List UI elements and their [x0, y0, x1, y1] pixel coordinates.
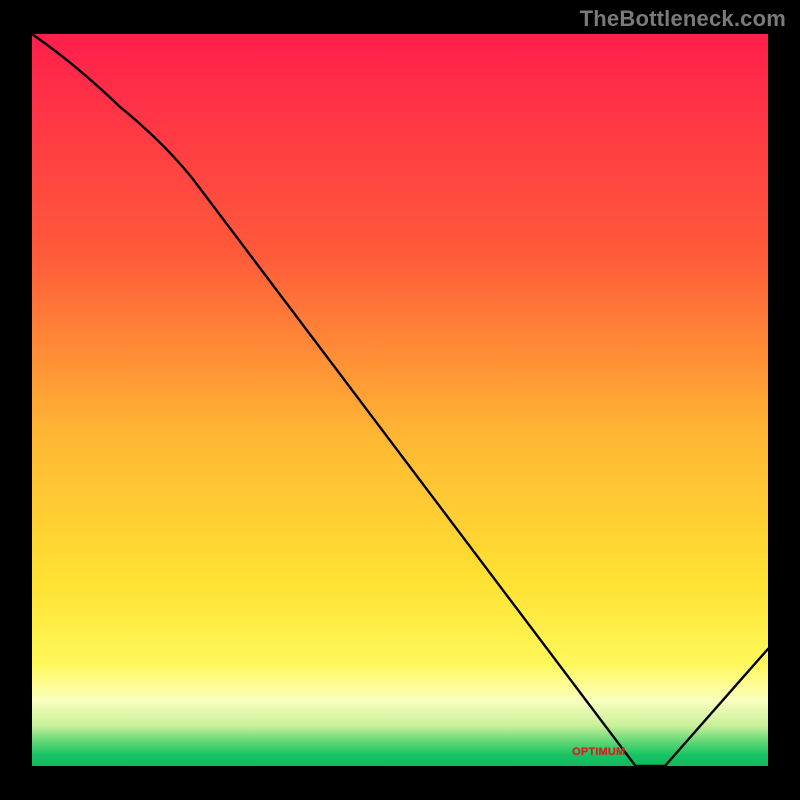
attribution-text: TheBottleneck.com — [580, 6, 786, 32]
plot-svg — [32, 34, 768, 766]
gradient-background — [32, 34, 768, 766]
chart-container: TheBottleneck.com OPTIMUM — [0, 0, 800, 800]
plot-area: OPTIMUM — [32, 34, 768, 766]
